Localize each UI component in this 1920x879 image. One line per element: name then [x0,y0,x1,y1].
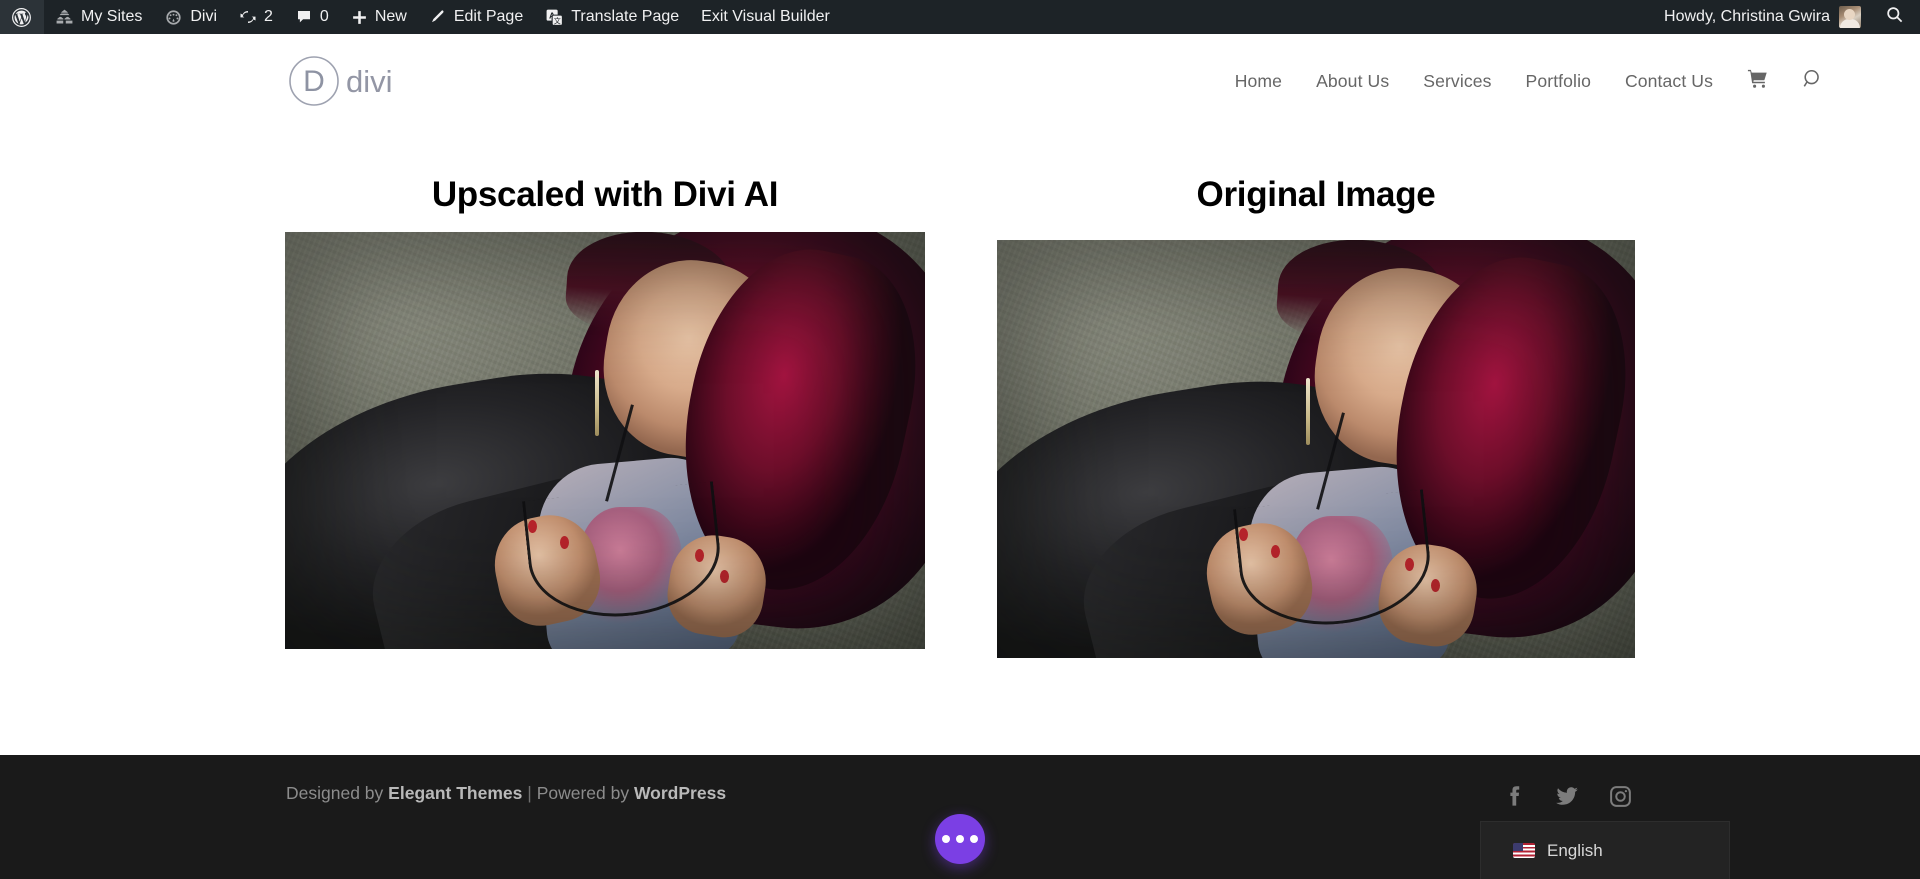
photo-vignette [285,232,925,649]
footer-wordpress-link[interactable]: WordPress [634,783,726,803]
site-logo[interactable]: D divi [286,54,412,108]
image-upscaled[interactable] [285,232,925,649]
footer-powered-by: Powered by [537,783,629,803]
cart-button[interactable] [1730,68,1786,95]
column-original: Original Image [997,175,1635,658]
image-original[interactable] [997,240,1635,658]
wordpress-logo-icon [11,7,32,28]
admin-bar-label-comments-count: 0 [320,8,329,26]
admin-bar-item-exit-visual-builder[interactable]: Exit Visual Builder [690,0,841,34]
footer-social-links [1501,783,1633,809]
site-footer: Designed by Elegant Themes | Powered by … [0,755,1920,879]
language-switcher[interactable]: English [1480,821,1730,879]
footer-elegant-themes-link[interactable]: Elegant Themes [388,783,522,803]
footer-separator: | [527,783,532,803]
svg-text:文: 文 [554,16,561,25]
admin-bar-item-comments[interactable]: 0 [284,0,340,34]
admin-bar-right-group: Howdy, Christina Gwira [1650,0,1920,34]
search-icon [1802,68,1824,95]
updates-icon [239,8,257,26]
primary-navigation: Home About Us Services Portfolio Contact… [1218,68,1840,95]
nav-item-home[interactable]: Home [1218,71,1299,92]
nav-item-portfolio[interactable]: Portfolio [1509,71,1608,92]
admin-bar-label-divi: Divi [190,8,217,26]
site-header: D divi Home About Us Services Portfolio … [0,34,1920,128]
admin-bar-howdy[interactable]: Howdy, Christina Gwira [1650,0,1875,34]
svg-text:divi: divi [346,64,393,99]
search-icon [1885,5,1904,29]
visual-builder-toggle[interactable] [935,814,985,864]
admin-bar-item-new[interactable]: New [340,0,418,34]
translate-icon: A 文 [545,8,564,27]
footer-credits: Designed by Elegant Themes | Powered by … [286,783,726,804]
page-content: Upscaled with Divi AI [0,128,1920,755]
dot-2 [956,835,964,843]
divi-icon [164,8,183,27]
dot-3 [970,835,978,843]
site-search-button[interactable] [1786,68,1840,95]
admin-bar-search-button[interactable] [1875,0,1920,34]
comments-icon [295,8,313,26]
heading-upscaled: Upscaled with Divi AI [432,175,778,215]
howdy-label: Howdy, Christina Gwira [1664,8,1830,26]
admin-bar-item-my-sites[interactable]: My Sites [44,0,153,34]
us-flag-icon [1513,843,1535,858]
nav-item-contact-us[interactable]: Contact Us [1608,71,1730,92]
admin-bar-label-translate-page: Translate Page [571,8,679,26]
dot-1 [942,835,950,843]
footer-designed-by: Designed by [286,783,383,803]
admin-bar-item-translate-page[interactable]: A 文 Translate Page [534,0,690,34]
admin-bar-label-exit-visual-builder: Exit Visual Builder [701,8,830,26]
photo-vignette [997,240,1635,658]
divi-logo-icon: D divi [286,54,412,108]
pencil-icon [429,8,447,26]
wp-admin-bar: My Sites Divi 2 0 [0,0,1920,34]
nav-item-about-us[interactable]: About Us [1299,71,1406,92]
instagram-icon[interactable] [1608,784,1633,809]
wordpress-logo-menu[interactable] [0,0,44,34]
admin-bar-left-group: My Sites Divi 2 0 [0,0,841,34]
admin-bar-item-edit-page[interactable]: Edit Page [418,0,534,34]
admin-bar-label-edit-page: Edit Page [454,8,523,26]
comparison-columns: Upscaled with Divi AI [0,128,1920,658]
avatar [1839,6,1861,28]
language-switcher-label: English [1547,841,1603,861]
admin-bar-label-new: New [375,8,407,26]
my-sites-icon [55,8,74,27]
admin-bar-label-updates-count: 2 [264,8,273,26]
svg-text:D: D [303,65,325,98]
admin-bar-label-my-sites: My Sites [81,8,142,26]
facebook-icon[interactable] [1501,784,1526,809]
plus-icon [351,9,368,26]
shopping-cart-icon [1746,68,1770,95]
twitter-icon[interactable] [1554,783,1580,809]
admin-bar-item-divi[interactable]: Divi [153,0,228,34]
nav-item-services[interactable]: Services [1406,71,1508,92]
heading-original: Original Image [1197,175,1436,215]
admin-bar-item-updates[interactable]: 2 [228,0,284,34]
column-upscaled: Upscaled with Divi AI [285,175,925,658]
